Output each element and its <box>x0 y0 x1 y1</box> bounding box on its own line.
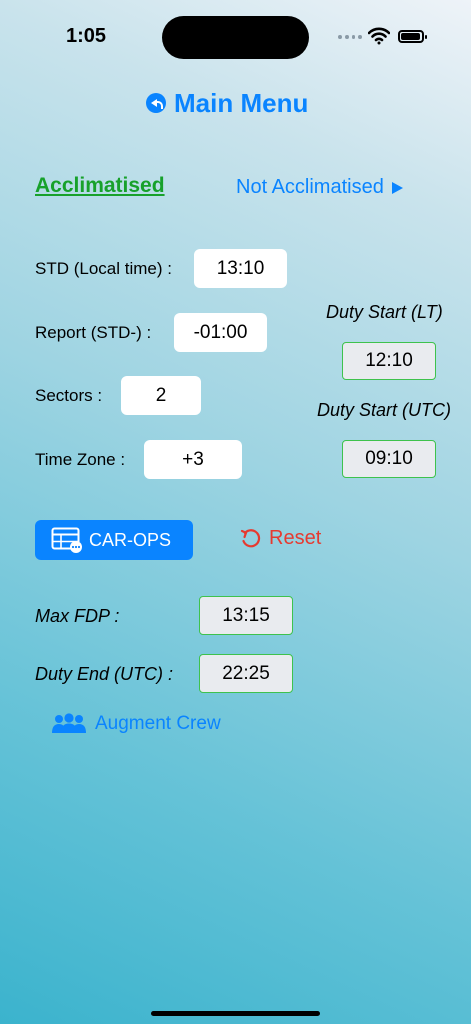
reset-label: Reset <box>269 527 322 549</box>
augment-crew-button[interactable]: Augment Crew <box>51 713 221 735</box>
max-fdp-label: Max FDP : <box>35 606 120 626</box>
reset-button[interactable]: Reset <box>240 527 321 550</box>
std-input[interactable]: 13:10 <box>194 249 287 288</box>
battery-icon <box>398 30 427 43</box>
sectors-label: Sectors : <box>35 386 103 405</box>
duty-start-utc-value: 09:10 <box>342 440 436 478</box>
augment-crew-label: Augment Crew <box>95 713 221 734</box>
reset-icon <box>240 528 261 547</box>
tab-acclimatised[interactable]: Acclimatised <box>35 174 165 198</box>
std-label: STD (Local time) : <box>35 259 172 278</box>
table-icon <box>51 527 82 553</box>
play-triangle-icon <box>391 181 403 194</box>
duty-start-lt-value: 12:10 <box>342 342 436 380</box>
main-menu-label: Main Menu <box>174 87 309 118</box>
duty-start-utc-label: Duty Start (UTC) <box>317 400 452 420</box>
status-time: 1:05 <box>66 25 107 47</box>
home-indicator[interactable] <box>151 1011 320 1016</box>
report-label: Report (STD-) : <box>35 323 152 342</box>
back-icon <box>146 93 166 113</box>
duty-end-value: 22:25 <box>199 654 293 693</box>
duty-end-label: Duty End (UTC) : <box>35 664 174 684</box>
wifi-icon <box>368 27 390 45</box>
signal-icon <box>338 35 362 41</box>
tab-not-acclimatised[interactable]: Not Acclimatised <box>236 176 403 199</box>
people-icon <box>52 713 86 733</box>
time-zone-input[interactable]: +3 <box>144 440 242 479</box>
dynamic-island <box>162 16 309 59</box>
carops-label: CAR-OPS <box>89 529 172 550</box>
main-menu-button[interactable]: Main Menu <box>146 86 308 120</box>
report-input[interactable]: -01:00 <box>174 313 267 352</box>
sectors-input[interactable]: 2 <box>121 376 201 415</box>
carops-button[interactable]: CAR-OPS <box>35 520 193 560</box>
tab-not-acclimatised-label: Not Acclimatised <box>236 176 384 198</box>
duty-start-lt-label: Duty Start (LT) <box>326 302 443 322</box>
time-zone-label: Time Zone : <box>35 450 126 469</box>
max-fdp-value: 13:15 <box>199 596 293 635</box>
